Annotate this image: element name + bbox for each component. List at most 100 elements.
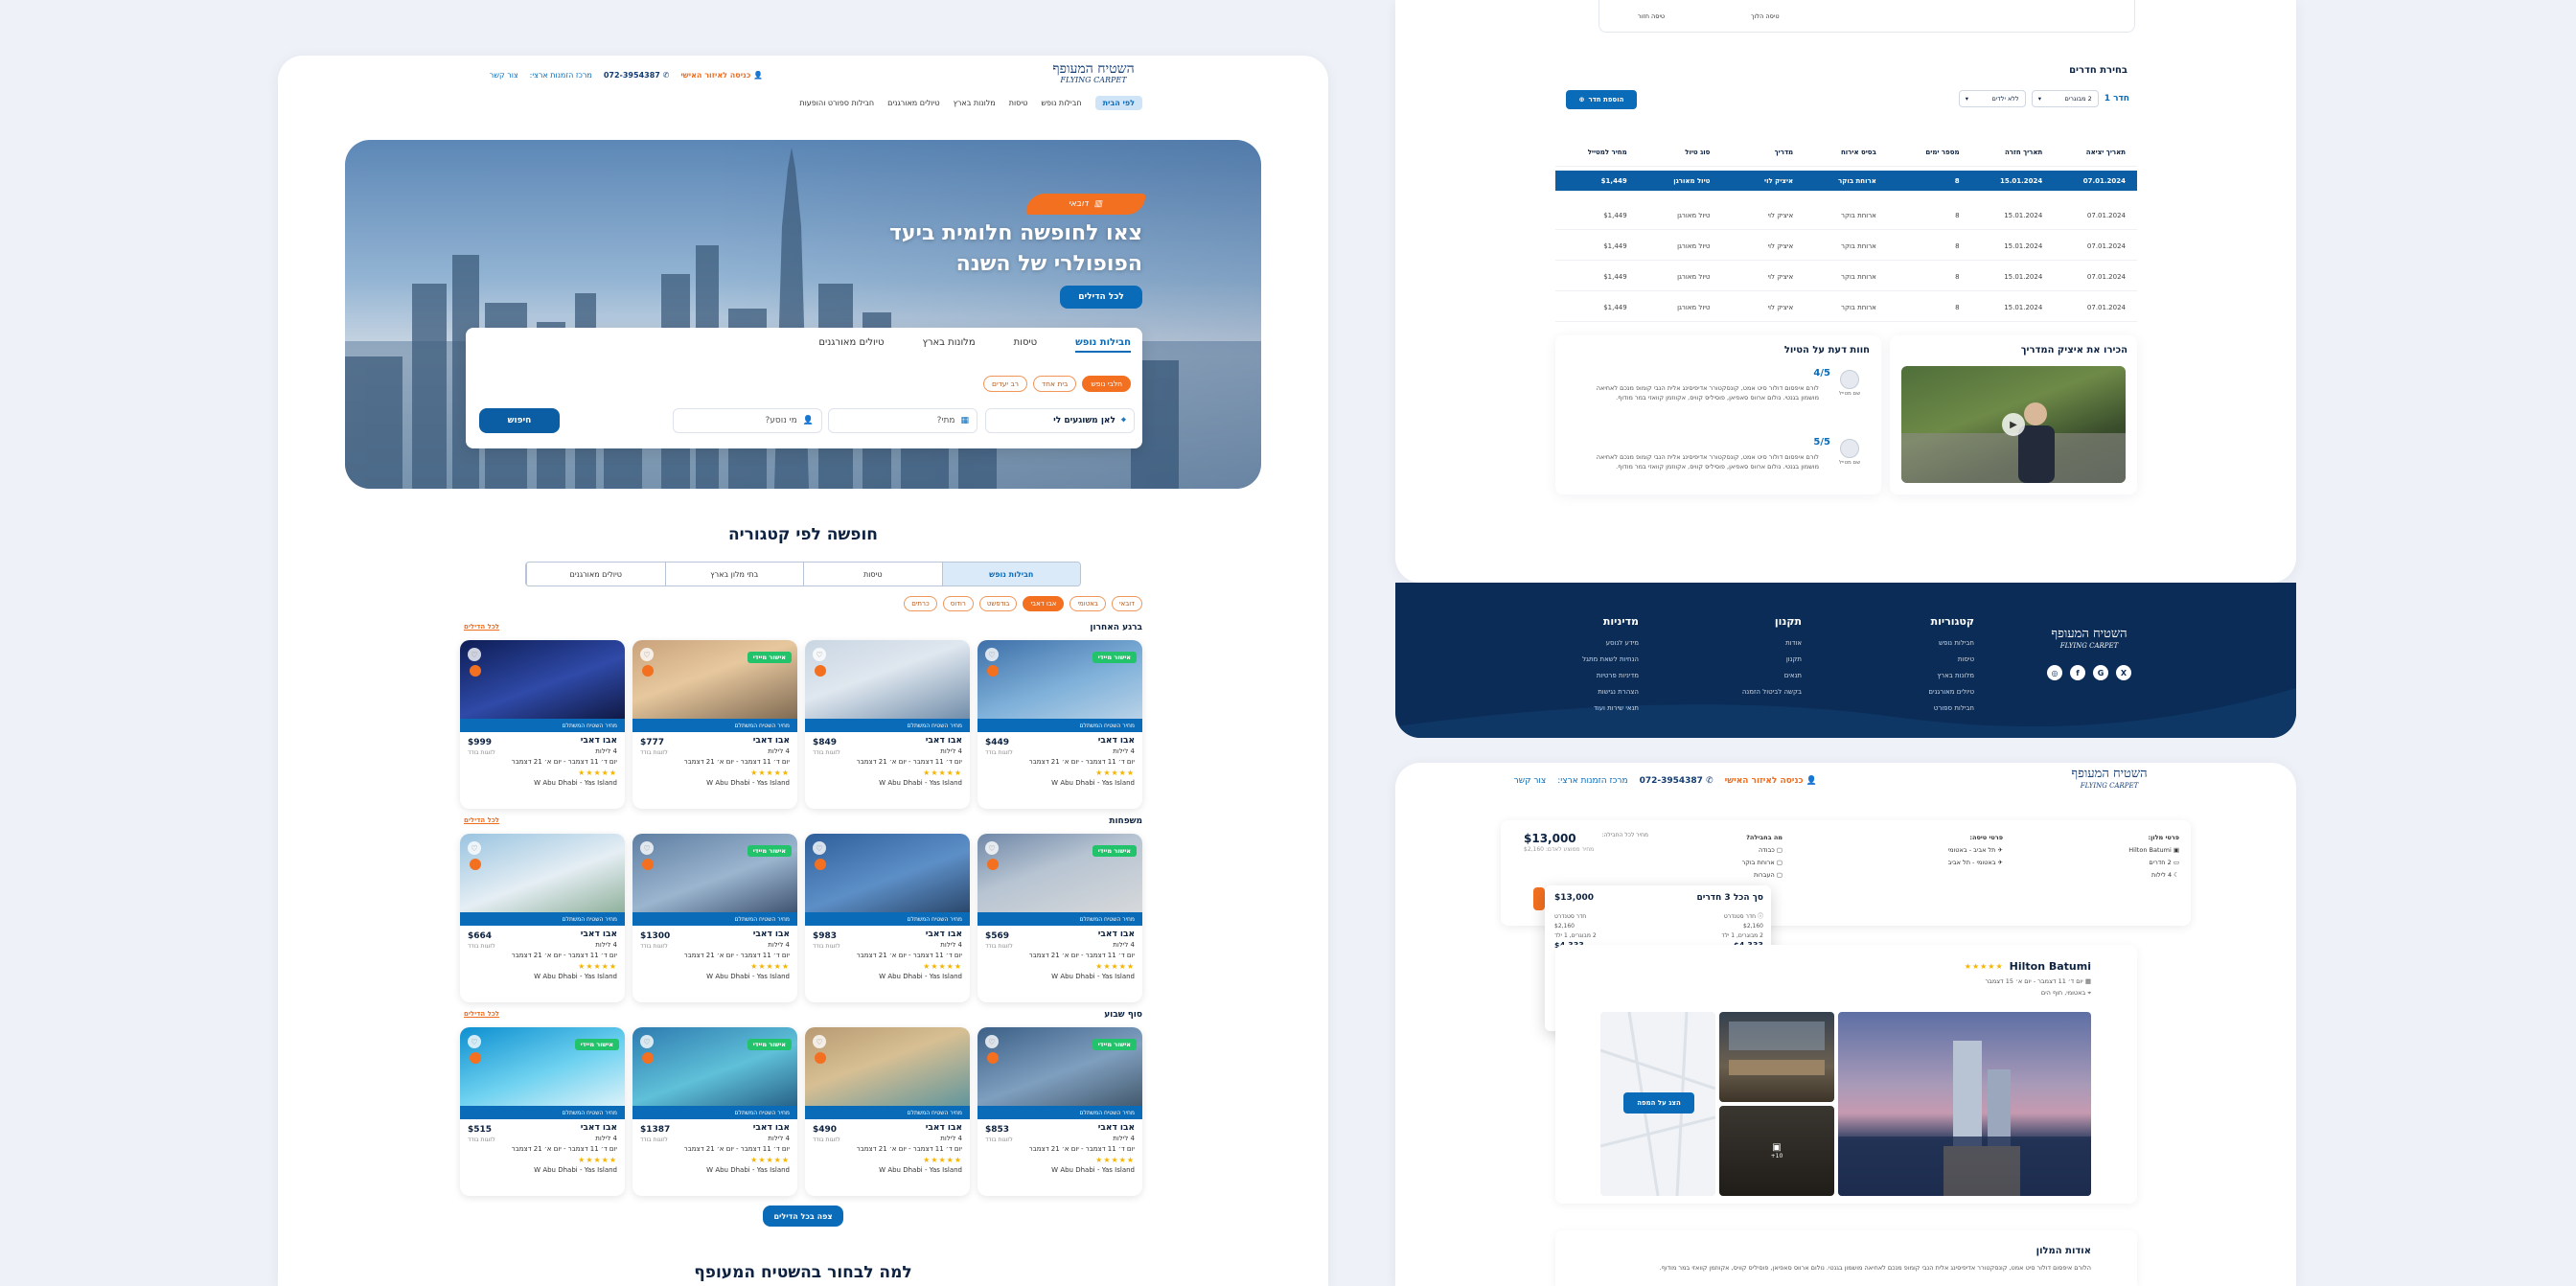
nav-item[interactable]: חבילות נופש xyxy=(1041,99,1081,107)
section-more-link[interactable]: לכל הדילים xyxy=(464,816,499,824)
kids-select[interactable]: ללא ילדים ▾ xyxy=(1958,90,2026,107)
heart-icon[interactable]: ♡ xyxy=(468,841,481,855)
nav-item[interactable]: טיולים מאורגנים xyxy=(887,99,939,107)
hotel-card[interactable]: ♡ מחיר השטיח המשתלם אבו דאבי 4 לילות יום ד׳ … xyxy=(805,640,970,809)
order-logo[interactable]: השטיח המעופף FLYING CARPET xyxy=(2062,768,2156,792)
category-tab[interactable]: חבילות נופש xyxy=(941,563,1080,586)
footer-column: תקנון אודות תקנון תנאים בקשה לביטול הזמנה xyxy=(1687,613,1802,700)
table-row[interactable]: 07.01.2024 15.01.2024 8 ארוחת בוקר איציק לוי… xyxy=(1555,263,2137,291)
contact-us-link[interactable]: צור קשר xyxy=(1514,776,1547,786)
search-tab[interactable]: מלונות בארץ xyxy=(922,337,975,353)
footer-link[interactable]: אודות xyxy=(1687,635,1802,652)
heart-icon[interactable]: ♡ xyxy=(468,648,481,661)
contact-us-link[interactable]: צור קשר xyxy=(490,71,518,80)
table-row[interactable]: 07.01.2024 15.01.2024 8 ארוחת בוקר איציק לוי… xyxy=(1555,201,2137,230)
search-tab[interactable]: טיולים מאורגנים xyxy=(818,337,884,353)
category-tab[interactable]: בתי מלון בארץ xyxy=(664,563,804,586)
google-icon[interactable]: G xyxy=(2093,665,2108,680)
add-room-button[interactable]: ⊕ הוספת חדר xyxy=(1566,90,1637,109)
instagram-icon[interactable]: ◎ xyxy=(2047,665,2062,680)
footer-link[interactable]: טיולים מאורגנים xyxy=(1859,684,1974,700)
hotel-thumb-2[interactable]: ▣ +10 xyxy=(1719,1106,1834,1196)
footer-link[interactable]: מלונות בארץ xyxy=(1859,668,1974,684)
table-row[interactable]: 07.01.2024 15.01.2024 8 ארוחת בוקר איציק לוי… xyxy=(1555,232,2137,261)
footer-link[interactable]: מידע לנוסע xyxy=(1524,635,1639,652)
adults-select[interactable]: 2 מבוגרים ▾ xyxy=(2031,90,2099,107)
hotel-card[interactable]: אישור מיידי ♡ מחיר השטיח המשתלם אבו דאבי 4 ל… xyxy=(632,640,797,809)
date-field[interactable]: ▦ מתי? xyxy=(828,408,978,433)
hotel-card[interactable]: ♡ מחיר השטיח המשתלם אבו דאבי 4 לילות יום ד׳ … xyxy=(805,834,970,1002)
hotel-card[interactable]: אישור מיידי ♡ מחיר השטיח המשתלם אבו דאבי 4 ל… xyxy=(978,1027,1142,1196)
show-on-map-button[interactable]: הצג על המפה xyxy=(1623,1092,1694,1114)
section-more-link[interactable]: לכל הדילים xyxy=(464,623,499,631)
search-chip[interactable]: רב יעדים xyxy=(982,376,1028,392)
nav-item[interactable]: טיסות xyxy=(1009,99,1028,107)
hotel-thumb-1[interactable] xyxy=(1719,1012,1834,1102)
footer-link[interactable]: תנאים xyxy=(1687,668,1802,684)
destination-chip[interactable]: אבו דאבי xyxy=(1023,596,1065,611)
hero-cta-button[interactable]: לכל הדילים xyxy=(1060,286,1142,309)
guide-video[interactable]: ▶ xyxy=(1901,366,2126,483)
category-tab[interactable]: טיסות xyxy=(803,563,942,586)
section-more-link[interactable]: לכל הדילים xyxy=(464,1010,499,1018)
price-strip: מחיר השטיח המשתלם xyxy=(460,719,625,732)
facebook-icon[interactable]: f xyxy=(2070,665,2085,680)
destination-chip[interactable]: כרתים xyxy=(904,596,937,611)
hotel-card[interactable]: אישור מיידי ♡ מחיר השטיח המשתלם אבו דאבי 4 ל… xyxy=(978,640,1142,809)
hotel-main-image[interactable] xyxy=(1838,1012,2091,1196)
search-tab[interactable]: טיסות xyxy=(1014,337,1038,353)
footer-link[interactable]: תקנון xyxy=(1687,652,1802,668)
all-deals-button[interactable]: צפה בכל הדילים xyxy=(763,1206,843,1227)
nav-item[interactable]: לפי הבית xyxy=(1094,96,1142,110)
hotel-card[interactable]: אישור מיידי ♡ מחיר השטיח המשתלם אבו דאבי 4 ל… xyxy=(460,1027,625,1196)
x-icon[interactable]: X xyxy=(2116,665,2131,680)
hotel-card[interactable]: ♡ מחיר השטיח המשתלם אבו דאבי 4 לילות יום ד׳ … xyxy=(460,834,625,1002)
heart-icon[interactable]: ♡ xyxy=(468,1035,481,1048)
heart-icon[interactable]: ♡ xyxy=(985,841,999,855)
heart-icon[interactable]: ♡ xyxy=(985,648,999,661)
footer-link[interactable]: חבילות נופש xyxy=(1859,635,1974,652)
footer-link[interactable]: חבילות ספורט xyxy=(1859,700,1974,717)
heart-icon[interactable]: ♡ xyxy=(813,648,826,661)
search-chip[interactable]: חלבי נופש xyxy=(1082,376,1131,392)
footer-link[interactable]: בקשה לביטול הזמנה xyxy=(1687,684,1802,700)
footer-link[interactable]: טיסות xyxy=(1859,652,1974,668)
destination-chip[interactable]: רודוס xyxy=(942,596,974,611)
phone-link[interactable]: 072-3954387 ✆ xyxy=(1640,776,1714,786)
search-chip[interactable]: בית אחד xyxy=(1033,376,1077,392)
search-tab[interactable]: חבילות נופש xyxy=(1075,337,1131,353)
table-row[interactable]: 07.01.2024 15.01.2024 8 ארוחת בוקר איציק לוי… xyxy=(1555,293,2137,322)
footer-link[interactable]: מדיניות פרטיות xyxy=(1524,668,1639,684)
footer-link[interactable]: הצהרת נגישות xyxy=(1524,684,1639,700)
login-link[interactable]: 👤 כניסה לאיזור האישי xyxy=(1725,776,1817,786)
hotel-card[interactable]: אישור מיידי ♡ מחיר השטיח המשתלם אבו דאבי 4 ל… xyxy=(978,834,1142,1002)
heart-icon[interactable]: ♡ xyxy=(640,648,654,661)
destination-chip[interactable]: בודפשט xyxy=(978,596,1018,611)
heart-icon[interactable]: ♡ xyxy=(985,1035,999,1048)
nav-item[interactable]: חבילות ספורט והופעות xyxy=(799,99,874,107)
order-cta-edge[interactable] xyxy=(1533,887,1545,910)
hotel-card[interactable]: אישור מיידי ♡ מחיר השטיח המשתלם אבו דאבי 4 ל… xyxy=(632,1027,797,1196)
logo[interactable]: השטיח המעופף FLYING CARPET xyxy=(1045,62,1142,86)
play-icon[interactable]: ▶ xyxy=(2002,413,2025,436)
destination-field[interactable]: ⌖ לאן משוגעים לי xyxy=(985,408,1135,433)
hotel-card[interactable]: אישור מיידי ♡ מחיר השטיח המשתלם אבו דאבי 4 ל… xyxy=(632,834,797,1002)
nav-item[interactable]: מלונות בארץ xyxy=(954,99,996,107)
heart-icon[interactable]: ♡ xyxy=(813,1035,826,1048)
hotel-card[interactable]: ♡ מחיר השטיח המשתלם אבו דאבי 4 לילות יום ד׳ … xyxy=(805,1027,970,1196)
phone-link[interactable]: 072-3954387 ✆ xyxy=(604,71,669,80)
heart-icon[interactable]: ♡ xyxy=(640,841,654,855)
search-submit-button[interactable]: חיפוש xyxy=(479,408,560,433)
heart-icon[interactable]: ♡ xyxy=(640,1035,654,1048)
passengers-field[interactable]: 👤 מי נוסע? xyxy=(673,408,822,433)
destination-chip[interactable]: באטומי xyxy=(1070,596,1106,611)
category-tab[interactable]: טיולים מאורגנים xyxy=(526,563,665,586)
login-link[interactable]: 👤 כניסה לאיזור האישי xyxy=(680,71,763,80)
table-row[interactable]: 07.01.2024 15.01.2024 8 ארוחת בוקר איציק לוי… xyxy=(1555,171,2137,192)
footer-logo[interactable]: השטיח המעופף FLYING CARPET xyxy=(2041,628,2137,652)
destination-chip[interactable]: דובאי xyxy=(1111,596,1142,611)
footer-link[interactable]: הנחיות לשאת מתגל xyxy=(1524,652,1639,668)
heart-icon[interactable]: ♡ xyxy=(813,841,826,855)
footer-link[interactable]: תנאי שירות ועוד xyxy=(1524,700,1639,717)
hotel-card[interactable]: ♡ מחיר השטיח המשתלם אבו דאבי 4 לילות יום ד׳ … xyxy=(460,640,625,809)
